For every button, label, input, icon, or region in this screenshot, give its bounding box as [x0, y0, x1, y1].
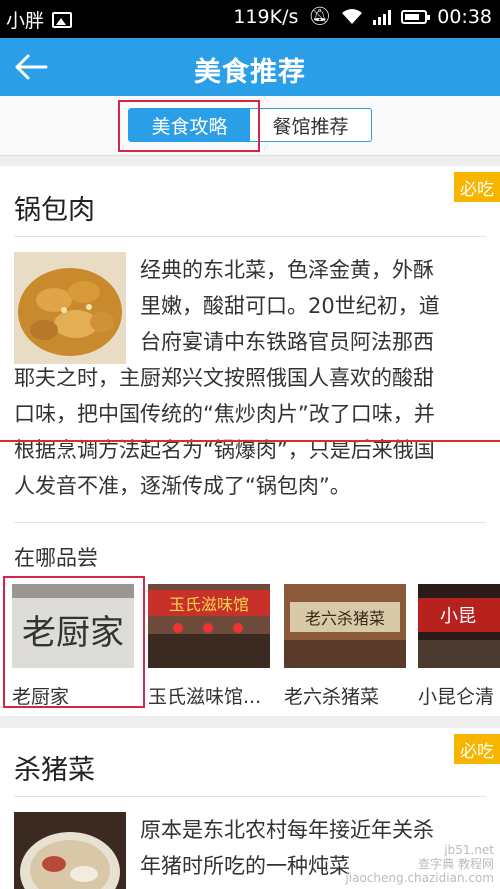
- description-line: 台府宴请中东铁路官员阿法那西: [140, 330, 434, 354]
- place-name: 老六杀猪菜: [284, 686, 380, 708]
- page-title: 美食推荐: [194, 57, 306, 88]
- svg-text:老六杀猪菜: 老六杀猪菜: [305, 609, 385, 628]
- divider: [14, 236, 486, 237]
- place-name: 玉氏滋味馆...: [148, 686, 262, 708]
- image-icon: [52, 11, 73, 28]
- signal-icon: [373, 9, 392, 25]
- svg-text:小昆: 小昆: [440, 606, 476, 627]
- svg-text:玉氏滋味馆: 玉氏滋味馆: [169, 595, 249, 614]
- description-line: 经典的东北菜，色泽金黄，外酥: [140, 258, 434, 282]
- place-item[interactable]: 玉氏滋味馆 玉氏滋味馆...: [148, 584, 272, 709]
- carrier-label: 小胖: [6, 10, 45, 32]
- place-image: 小昆: [418, 584, 500, 668]
- must-eat-badge: 必吃: [454, 172, 500, 202]
- dish-description-wrap-full: 耶夫之时，主厨郑兴文按照俄国人喜欢的酸甜 口味，把中国传统的“焦炒肉片”改了口味…: [14, 360, 500, 504]
- battery-icon: [401, 10, 431, 24]
- net-speed: 119K/s: [233, 6, 299, 28]
- dish-image: [14, 812, 126, 889]
- divider: [14, 796, 486, 797]
- mute-icon: 🔕︎: [308, 6, 332, 27]
- status-bar: 小胖 119K/s 🔕︎ 00:38: [0, 0, 500, 38]
- annotation-line: [0, 440, 500, 442]
- place-item[interactable]: 小昆 小昆仑清: [418, 584, 500, 709]
- dish-image: [14, 252, 126, 364]
- place-item[interactable]: 老六杀猪菜 老六杀猪菜: [284, 584, 408, 709]
- description-line: 人发音不准，逐渐传成了“锅包肉”。: [14, 474, 351, 498]
- description-line: 里嫩，酸甜可口。20世纪初，道: [140, 294, 440, 318]
- watermark-line: jiaocheng.chazidian.com: [345, 871, 494, 885]
- dish-title: 杀猪菜: [14, 755, 95, 786]
- watermark-line: 查字典 教程网: [418, 857, 494, 871]
- place-name: 小昆仑清: [418, 686, 495, 708]
- wifi-icon: [342, 9, 363, 24]
- watermark: jb51.net 查字典 教程网 jiaocheng.chazidian.com: [345, 843, 494, 885]
- highlight-box-tab: [118, 100, 260, 152]
- divider: [14, 522, 486, 523]
- place-image: 玉氏滋味馆: [148, 584, 270, 668]
- description-line: 耶夫之时，主厨郑兴文按照俄国人喜欢的酸甜: [14, 366, 434, 390]
- watermark-line: jb51.net: [444, 843, 494, 857]
- description-line: 口味，把中国传统的“焦炒肉片”改了口味，并: [14, 402, 435, 426]
- place-image: 老六杀猪菜: [284, 584, 406, 668]
- app-header: 美食推荐: [0, 38, 500, 96]
- highlight-box-place: [3, 576, 145, 708]
- clock: 00:38: [437, 6, 492, 28]
- dish-description-wrap: 经典的东北菜，色泽金黄，外酥 里嫩，酸甜可口。20世纪初，道 台府宴请中东铁路官…: [140, 252, 490, 360]
- must-eat-badge: 必吃: [454, 734, 500, 764]
- where-to-eat-title: 在哪品尝: [14, 546, 98, 570]
- tab-restaurant-recommend[interactable]: 餐馆推荐: [250, 109, 371, 141]
- dish-title: 锅包肉: [14, 195, 95, 226]
- description-line: 根据烹调方法起名为“锅爆肉”，只是后来俄国: [14, 438, 435, 462]
